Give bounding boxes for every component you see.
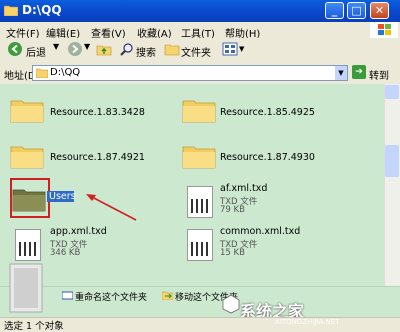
scroll-thumb[interactable]	[385, 145, 399, 177]
address-dropdown-icon[interactable]: ▼	[335, 66, 347, 80]
txd-file-icon[interactable]	[187, 186, 213, 218]
windows-logo-icon	[370, 22, 398, 38]
back-button[interactable]: 后退	[26, 44, 46, 59]
file-preview-icon	[9, 263, 43, 313]
watermark-subtext: XITONGZHIJIA.NET	[275, 318, 340, 326]
folders-button[interactable]: 文件夹	[181, 44, 211, 59]
up-folder-icon[interactable]	[96, 42, 112, 56]
folders-icon[interactable]	[164, 42, 180, 56]
folder-name[interactable]: Resource.1.83.3428	[50, 107, 145, 118]
status-text: 选定 1 个对象	[4, 321, 64, 332]
rename-icon[interactable]	[62, 291, 73, 300]
file-name[interactable]: common.xml.txd	[220, 226, 300, 237]
forward-dropdown-icon[interactable]: ▼	[84, 42, 90, 51]
search-button[interactable]: 搜索	[136, 44, 156, 59]
scroll-up-button[interactable]	[385, 85, 399, 99]
folder-icon	[4, 5, 18, 16]
file-size: 15 KB	[220, 248, 245, 258]
folder-name[interactable]: Resource.1.85.4925	[220, 107, 315, 118]
close-button[interactable]: ✕	[370, 2, 389, 19]
forward-arrow-icon[interactable]	[68, 42, 82, 56]
annotation-arrow-icon	[86, 194, 137, 221]
folder-icon[interactable]	[182, 143, 216, 169]
folder-name[interactable]: Resource.1.87.4930	[220, 152, 315, 163]
folder-name-selected[interactable]: Users	[49, 191, 76, 202]
go-button[interactable]: 转到	[369, 67, 389, 82]
views-icon[interactable]	[222, 42, 238, 56]
file-size: 79 KB	[220, 205, 245, 215]
txd-file-icon[interactable]	[15, 229, 41, 261]
go-arrow-icon[interactable]: ➔	[352, 65, 366, 79]
folder-icon[interactable]	[182, 97, 216, 123]
folder-icon[interactable]	[10, 143, 44, 169]
search-icon[interactable]	[120, 42, 134, 56]
address-value[interactable]: D:\QQ	[50, 67, 80, 78]
maximize-button[interactable]: □	[347, 2, 366, 19]
file-size: 346 KB	[50, 248, 81, 258]
folder-name[interactable]: Resource.1.87.4921	[50, 152, 145, 163]
move-icon[interactable]	[162, 290, 173, 300]
vertical-scrollbar[interactable]	[384, 84, 400, 286]
views-dropdown-icon[interactable]: ▼	[239, 45, 244, 53]
drive-folder-icon	[36, 68, 48, 78]
highlight-box	[10, 178, 50, 218]
back-dropdown-icon[interactable]: ▼	[53, 42, 59, 51]
back-arrow-icon[interactable]	[8, 42, 22, 56]
file-name[interactable]: af.xml.txd	[220, 183, 267, 194]
watermark-logo-icon	[222, 294, 240, 314]
file-name[interactable]: app.xml.txd	[50, 226, 107, 237]
txd-file-icon[interactable]	[187, 229, 213, 261]
window-title: D:\QQ	[22, 3, 62, 17]
minimize-button[interactable]: _	[325, 2, 344, 19]
rename-folder-link[interactable]: 重命名这个文件夹	[75, 290, 147, 303]
folder-icon[interactable]	[10, 97, 44, 123]
